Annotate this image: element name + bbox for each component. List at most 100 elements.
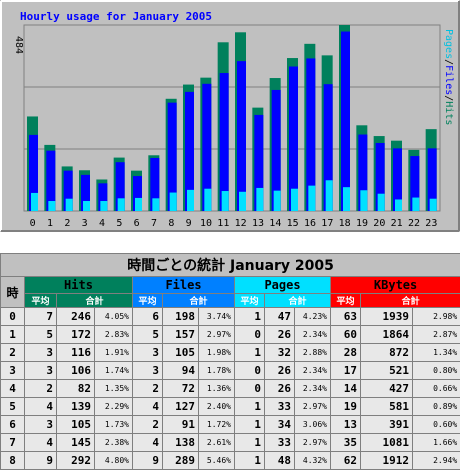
kbytes-pct-cell: 2.94% [413,452,460,470]
files-avg-cell: 9 [133,452,163,470]
bar-files-18 [341,32,350,211]
kbytes-avg-cell: 28 [331,344,361,362]
x-tick-label: 18 [339,218,351,229]
x-tick-label: 16 [304,218,316,229]
bar-pages-3 [83,201,90,211]
files-avg-header: 平均 [133,294,163,308]
pages-pct-cell: 2.34% [295,362,331,380]
x-tick-label: 7 [151,218,157,229]
pages-total-cell: 47 [265,308,295,326]
kbytes-pct-cell: 0.80% [413,362,460,380]
hourly-chart-panel: Hourly usage for January 2005 484 012345… [0,0,460,232]
table-body: 072464.05%61983.74%1474.23%6319392.98%15… [1,308,460,470]
x-tick-label: 9 [186,218,192,229]
bar-pages-23 [430,199,437,211]
bar-pages-5 [118,198,125,211]
table-title-row: 時間ごとの統計 January 2005 [1,254,460,277]
hits-total-cell: 82 [57,380,95,398]
files-avg-cell: 5 [133,326,163,344]
table-row: 151722.83%51572.97%0262.34%6018642.87% [1,326,460,344]
bar-pages-15 [291,189,298,211]
bar-pages-6 [135,198,142,211]
pages-pct-cell: 2.34% [295,326,331,344]
hourly-stats-table: 時間ごとの統計 January 2005 時 Hits Files Pages … [0,253,460,470]
pages-avg-cell: 1 [235,416,265,434]
x-tick-label: 1 [47,218,53,229]
pages-total-cell: 48 [265,452,295,470]
bar-pages-17 [326,180,333,211]
kbytes-avg-cell: 13 [331,416,361,434]
bar-pages-7 [152,198,159,211]
bar-pages-10 [204,189,211,211]
hour-cell: 7 [1,434,25,452]
hits-pct-cell: 1.35% [95,380,133,398]
hits-total-cell: 292 [57,452,95,470]
kbytes-total-cell: 581 [361,398,413,416]
files-avg-cell: 2 [133,380,163,398]
legend: Pages/Files/Hits [443,29,454,125]
pages-header: Pages [235,277,331,294]
x-tick-label: 5 [116,218,122,229]
x-tick-label: 21 [391,218,403,229]
legend-hits: Hits [443,101,454,125]
files-total-cell: 94 [163,362,199,380]
hits-avg-cell: 4 [25,434,57,452]
bar-pages-22 [412,198,419,211]
pages-avg-cell: 1 [235,434,265,452]
pages-total-header: 合計 [265,294,331,308]
hits-total-cell: 139 [57,398,95,416]
table-title: 時間ごとの統計 January 2005 [1,254,460,277]
kbytes-total-cell: 1864 [361,326,413,344]
kbytes-pct-cell: 1.34% [413,344,460,362]
files-pct-cell: 2.97% [199,326,235,344]
files-pct-cell: 2.61% [199,434,235,452]
kbytes-avg-header: 平均 [331,294,361,308]
hits-avg-cell: 5 [25,326,57,344]
kbytes-pct-cell: 0.66% [413,380,460,398]
files-pct-cell: 1.98% [199,344,235,362]
hour-cell: 1 [1,326,25,344]
bar-pages-8 [170,193,177,211]
kbytes-avg-cell: 17 [331,362,361,380]
files-total-cell: 289 [163,452,199,470]
pages-avg-cell: 1 [235,398,265,416]
pages-avg-cell: 1 [235,452,265,470]
files-avg-cell: 4 [133,434,163,452]
hour-column-header: 時 [1,277,25,308]
files-pct-cell: 2.40% [199,398,235,416]
hits-total-cell: 116 [57,344,95,362]
hits-avg-cell: 7 [25,308,57,326]
x-tick-label: 2 [64,218,70,229]
files-pct-cell: 3.74% [199,308,235,326]
table-group-header-row: 時 Hits Files Pages KBytes [1,277,460,294]
bar-pages-13 [256,188,263,211]
files-avg-cell: 4 [133,398,163,416]
hits-total-cell: 105 [57,416,95,434]
bar-pages-20 [378,194,385,211]
hour-cell: 0 [1,308,25,326]
x-tick-label: 6 [134,218,140,229]
bar-pages-4 [100,201,107,211]
bar-pages-19 [360,190,367,211]
hour-cell: 5 [1,398,25,416]
files-header: Files [133,277,235,294]
bar-files-11 [220,73,229,211]
x-tick-label: 22 [408,218,420,229]
bar-pages-14 [274,191,281,211]
hits-avg-cell: 3 [25,416,57,434]
files-pct-cell: 1.72% [199,416,235,434]
x-tick-label: 14 [269,218,281,229]
hits-avg-cell: 2 [25,380,57,398]
table-row: 072464.05%61983.74%1474.23%6319392.98% [1,308,460,326]
table-sub-header-row: 平均 合計 平均 合計 平均 合計 平均 合計 [1,294,460,308]
files-avg-cell: 3 [133,344,163,362]
hour-cell: 6 [1,416,25,434]
hour-cell: 4 [1,380,25,398]
bar-pages-0 [31,193,38,211]
x-tick-label: 0 [30,218,36,229]
legend-pages: Pages [443,29,454,59]
hits-total-cell: 172 [57,326,95,344]
kbytes-avg-cell: 60 [331,326,361,344]
hits-avg-cell: 4 [25,398,57,416]
hits-total-cell: 145 [57,434,95,452]
